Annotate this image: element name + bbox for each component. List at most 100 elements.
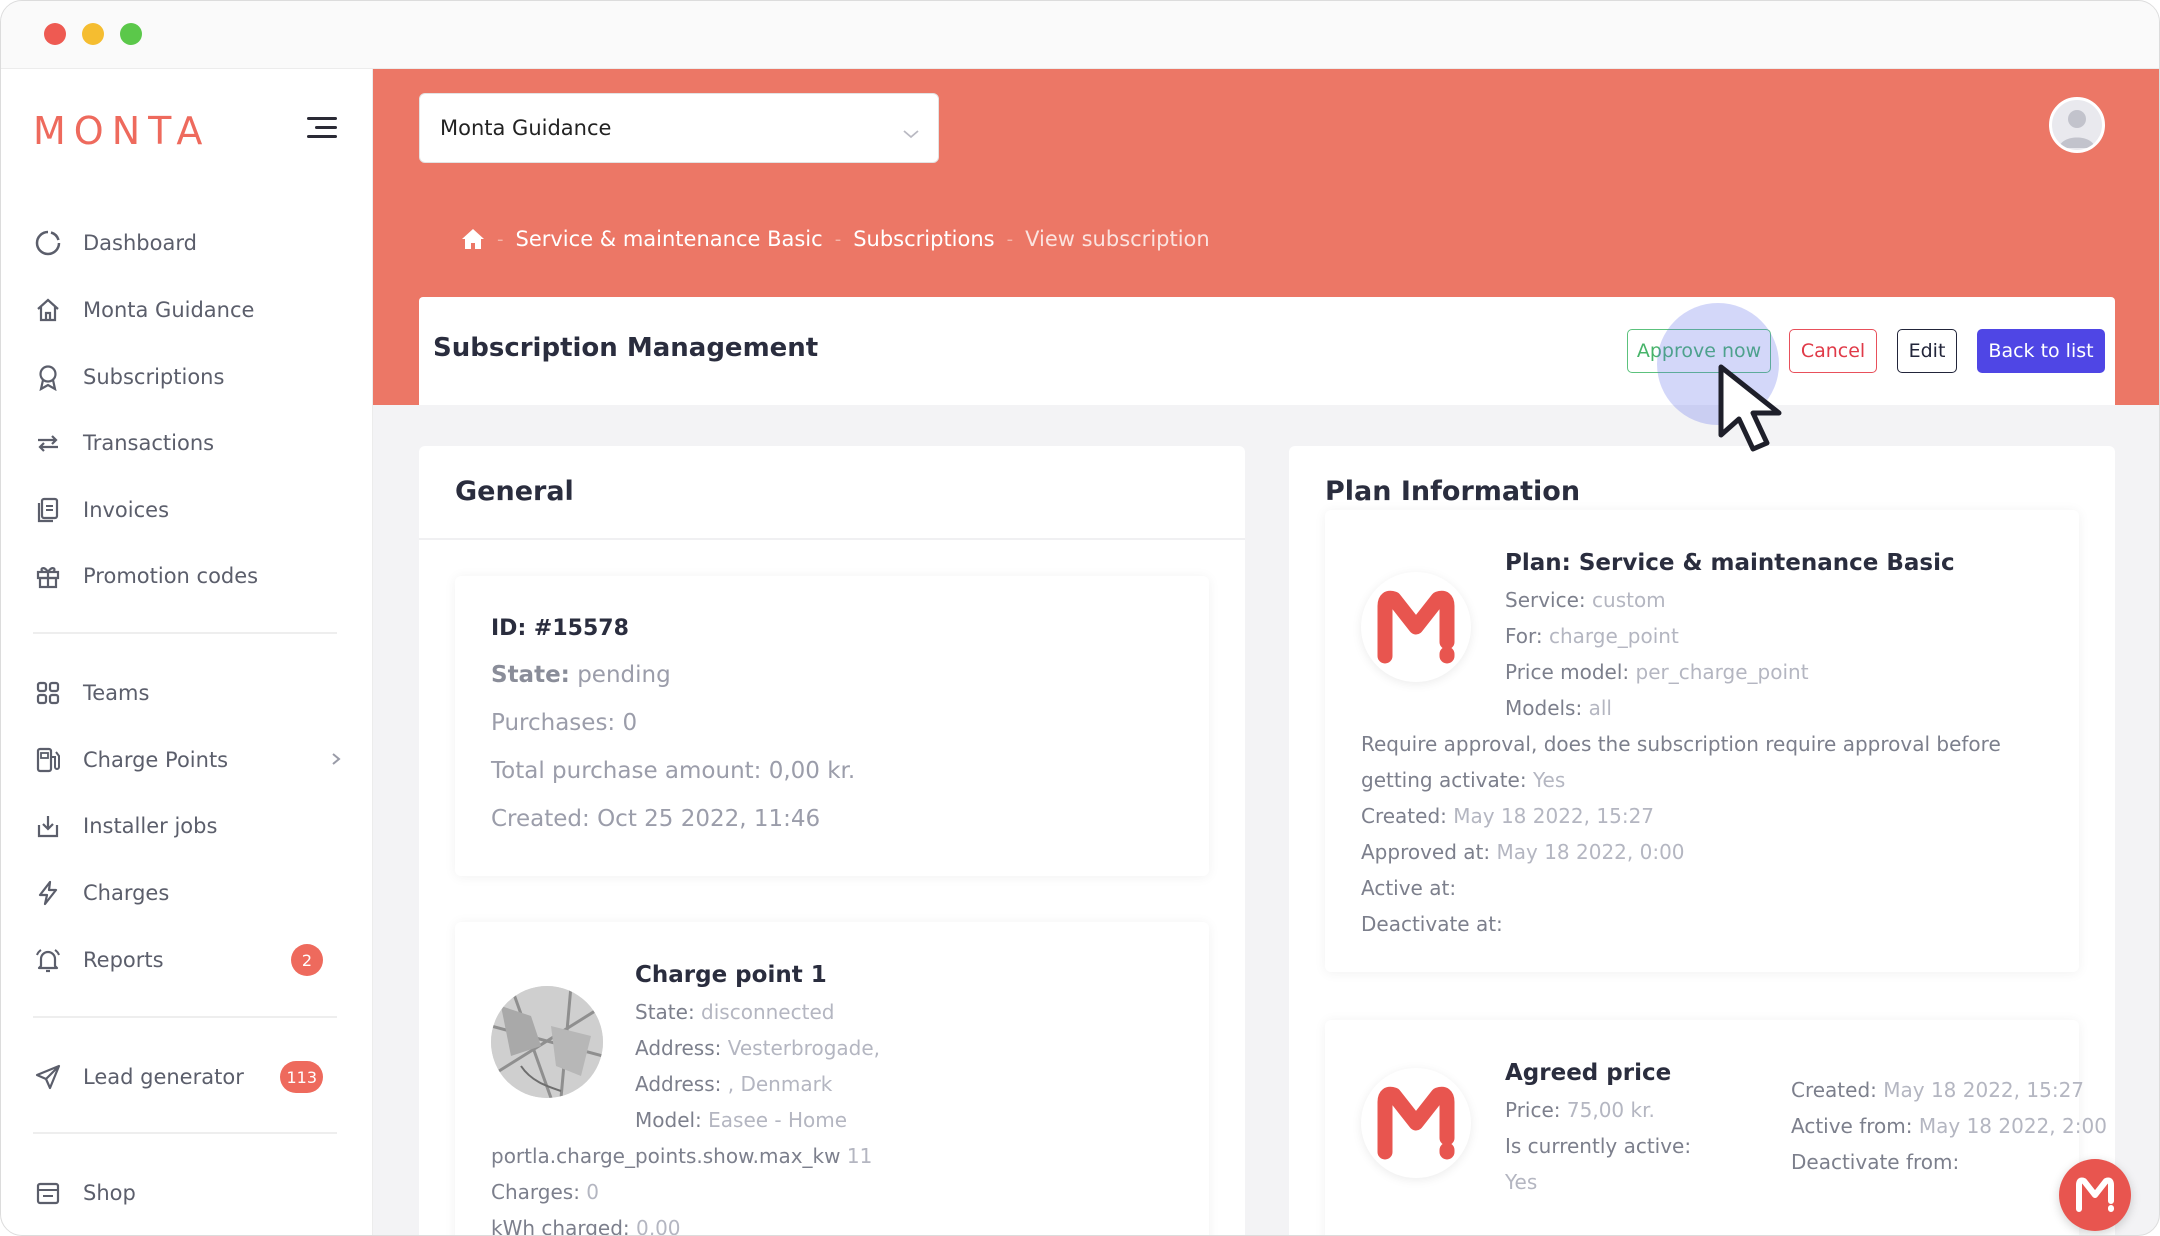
menu-toggle-icon[interactable] (307, 117, 337, 139)
reports-count-badge: 2 (291, 944, 323, 976)
kwh-key: kWh charged: (491, 1216, 630, 1236)
model-value: Easee - Home (708, 1108, 848, 1132)
price-model-key: Price model: (1505, 660, 1630, 684)
sidebar-item-dashboard[interactable]: Dashboard (33, 219, 343, 267)
breadcrumb-link-subscriptions[interactable]: Subscriptions (853, 227, 994, 251)
invoice-icon (33, 495, 63, 525)
charge-point-model: Model: Easee - Home (635, 1108, 847, 1132)
monta-logo[interactable]: MONTA (33, 109, 210, 153)
active-from-key: Active from: (1791, 1114, 1913, 1138)
price-value: 75,00 kr. (1566, 1098, 1655, 1122)
require-value: Yes (1532, 768, 1566, 792)
home-icon (33, 295, 63, 325)
created-key: Created: (1791, 1078, 1877, 1102)
approved-key: Approved at: (1361, 840, 1491, 864)
sidebar-item-charges[interactable]: Charges (33, 869, 343, 917)
dashboard-icon (33, 228, 63, 258)
sidebar-divider (33, 632, 337, 634)
sidebar-divider (33, 1132, 337, 1134)
state-value: pending (577, 662, 671, 688)
created-key: Created: (1361, 804, 1447, 828)
map-thumbnail (491, 986, 603, 1098)
award-icon (33, 362, 63, 392)
sidebar-item-label: Subscriptions (83, 365, 225, 389)
sidebar-item-promotion-codes[interactable]: Promotion codes (33, 552, 343, 600)
breadcrumb-separator: - (834, 228, 842, 250)
plan-models: Models: all (1505, 696, 1612, 720)
paper-plane-icon (33, 1062, 63, 1092)
back-to-list-button[interactable]: Back to list (1977, 329, 2105, 373)
state-value: disconnected (701, 1000, 835, 1024)
state-key: State: (635, 1000, 695, 1024)
monta-brand-icon (1361, 572, 1471, 682)
charge-point-address-country: Address: , Denmark (635, 1072, 832, 1096)
purchases: Purchases: 0 (491, 710, 638, 736)
service-key: Service: (1505, 588, 1586, 612)
organization-select[interactable]: Monta Guidance (419, 93, 939, 163)
for-value: charge_point (1549, 624, 1679, 648)
sidebar-item-label: Invoices (83, 498, 170, 522)
general-divider (419, 538, 1245, 540)
organization-select-value: Monta Guidance (440, 116, 612, 140)
charge-point-max-kw: portla.charge_points.show.max_kw 11 (491, 1144, 872, 1168)
agreed-deactivate-from: Deactivate from: (1791, 1150, 1960, 1174)
kwh-value: 0,00 (635, 1216, 681, 1236)
sidebar-item-transactions[interactable]: Transactions (33, 419, 343, 467)
sidebar-item-installer-jobs[interactable]: Installer jobs (33, 802, 343, 850)
user-avatar[interactable] (2049, 97, 2105, 153)
address-value: , Denmark (727, 1072, 833, 1096)
agreed-price-title: Agreed price (1505, 1060, 1672, 1086)
created-value: May 18 2022, 15:27 (1453, 804, 1655, 828)
created-date: Created: Oct 25 2022, 11:46 (491, 806, 821, 832)
service-value: custom (1592, 588, 1666, 612)
plan-service: Service: custom (1505, 588, 1666, 612)
home-icon[interactable] (461, 228, 485, 250)
models-key: Models: (1505, 696, 1583, 720)
page-header: Monta Guidance - Service & maintenance B… (373, 69, 2159, 405)
fuel-pump-icon (33, 745, 63, 775)
mouse-pointer-icon (1717, 363, 1801, 459)
general-details: ID: #15578 State: pending Purchases: 0 T… (455, 576, 1209, 876)
sidebar-item-subscriptions[interactable]: Subscriptions (33, 353, 343, 401)
chat-launcher-button[interactable] (2059, 1159, 2131, 1231)
agreed-currently-active-value: Yes (1505, 1170, 1538, 1194)
maximize-window-button[interactable] (120, 23, 142, 45)
sidebar-item-monta-guidance[interactable]: Monta Guidance (33, 286, 343, 334)
agreed-price-card: Agreed price Price: 75,00 kr. Is current… (1325, 1020, 2107, 1235)
plan-title: Plan: Service & maintenance Basic (1505, 550, 1955, 576)
agreed-currently-active: Is currently active: (1505, 1134, 1692, 1158)
lightning-icon (33, 878, 63, 908)
cancel-button[interactable]: Cancel (1789, 329, 1877, 373)
general-title: General (455, 476, 574, 507)
transfer-arrows-icon (33, 428, 63, 458)
chevron-right-icon (329, 751, 343, 770)
page-title: Subscription Management (433, 333, 819, 363)
lead-generator-count-badge: 113 (280, 1061, 323, 1093)
charges-value: 0 (586, 1180, 600, 1204)
breadcrumb-separator: - (1006, 228, 1014, 250)
sidebar-item-shop[interactable]: Shop (33, 1169, 343, 1217)
app-window: MONTA Dashboard Monta Guidance Subscript… (0, 0, 2160, 1236)
sidebar-item-teams[interactable]: Teams (33, 669, 343, 717)
sidebar-item-invoices[interactable]: Invoices (33, 486, 343, 534)
general-card: General ID: #15578 State: pending Purcha… (419, 446, 1245, 1236)
price-key: Price: (1505, 1098, 1561, 1122)
plan-information-card: Plan Information Plan: Service & mainten… (1289, 446, 2115, 1235)
sidebar-item-lead-generator[interactable]: Lead generator 113 (33, 1053, 343, 1101)
plan-deactivate-at: Deactivate at: (1361, 912, 1503, 936)
close-window-button[interactable] (44, 23, 66, 45)
max-kw-key: portla.charge_points.show.max_kw (491, 1144, 841, 1168)
breadcrumb: - Service & maintenance Basic - Subscrip… (461, 227, 1210, 251)
max-kw-value: 11 (846, 1144, 873, 1168)
breadcrumb-link-plan[interactable]: Service & maintenance Basic (516, 227, 823, 251)
plan-require-approval-line: Require approval, does the subscription … (1361, 732, 2001, 756)
plan-section-title: Plan Information (1325, 476, 1581, 507)
address-key: Address: (635, 1072, 722, 1096)
plan-active-at: Active at: (1361, 876, 1457, 900)
sidebar-item-reports[interactable]: Reports 2 (33, 936, 343, 984)
minimize-window-button[interactable] (82, 23, 104, 45)
models-value: all (1588, 696, 1612, 720)
breadcrumb-separator: - (497, 228, 504, 250)
sidebar-item-charge-points[interactable]: Charge Points (33, 736, 343, 784)
edit-button[interactable]: Edit (1897, 329, 1957, 373)
